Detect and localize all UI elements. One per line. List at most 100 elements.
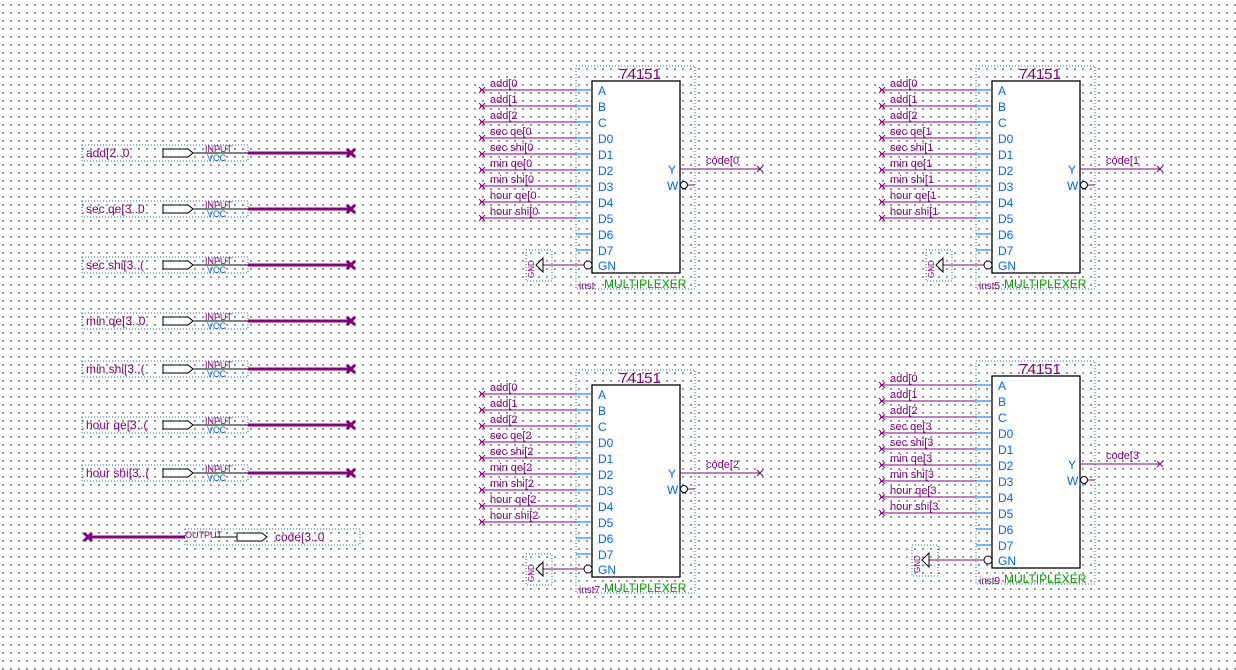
net-label: add[0 bbox=[890, 78, 918, 90]
net-label: add[0 bbox=[890, 373, 918, 385]
schematic-canvas[interactable]: add[2..0 INPUTVCC sec qe[3..0 INPUTVCC sec s… bbox=[0, 0, 1236, 670]
pin-label-D1: D1 bbox=[598, 148, 614, 162]
output-pin[interactable]: OUTPUT code[3..0 bbox=[82, 528, 361, 546]
pin-label-D7: D7 bbox=[598, 548, 614, 562]
net-label: sec qe[1 bbox=[890, 126, 932, 138]
net-label: hour qe[3 bbox=[890, 485, 936, 497]
pin-label-D7: D7 bbox=[598, 244, 614, 258]
mux-block-1[interactable]: 74151 Aadd[0 Badd[1 Cadd[2 D0 sec qe[1 D1 sec s… bbox=[878, 65, 1164, 292]
pin-label-D6: D6 bbox=[998, 228, 1014, 242]
net-label: sec shi[2 bbox=[490, 446, 533, 458]
instance-name: inst7 bbox=[579, 585, 601, 596]
input-pin-name: min shi[3..( bbox=[86, 362, 145, 376]
pin-label-B: B bbox=[598, 404, 606, 418]
pin-label-D1: D1 bbox=[998, 443, 1014, 457]
pin-label-Y: Y bbox=[1068, 163, 1076, 177]
net-label: hour qe[1 bbox=[890, 190, 936, 202]
instance-name: inst9 bbox=[979, 576, 1001, 587]
block-title: 74151 bbox=[1019, 361, 1061, 378]
net-label: add[2 bbox=[490, 414, 518, 426]
pin-label-A: A bbox=[998, 379, 1006, 393]
pin-label-A: A bbox=[598, 84, 606, 98]
pin-label-Y: Y bbox=[668, 163, 676, 177]
gnd-label: GND bbox=[527, 260, 536, 278]
pin-label-B: B bbox=[998, 395, 1006, 409]
input-pin[interactable]: add[2..0 INPUTVCC bbox=[81, 144, 357, 163]
net-label: add[2 bbox=[490, 110, 518, 122]
input-pin[interactable]: hour shi[3..(INPUTVCC bbox=[81, 464, 357, 483]
pin-label-D4: D4 bbox=[598, 500, 614, 514]
input-port-icon bbox=[162, 260, 194, 270]
net-label: add[1 bbox=[490, 398, 518, 410]
ground-icon bbox=[935, 256, 944, 274]
input-pin[interactable]: min shi[3..(INPUTVCC bbox=[81, 360, 357, 379]
pin-label-Y: Y bbox=[1068, 458, 1076, 472]
pin-default: VCC bbox=[207, 209, 227, 219]
block-kind: MULTIPLEXER bbox=[1004, 572, 1087, 586]
net-label: sec shi[3 bbox=[890, 437, 933, 449]
block-title: 74151 bbox=[619, 370, 661, 387]
instance-name: inst bbox=[579, 281, 595, 292]
net-label: sec qe[2 bbox=[490, 430, 532, 442]
net-label: min shi[3 bbox=[890, 469, 934, 481]
mux-block-0[interactable]: 74151 Aadd[0 Badd[1 Cadd[2 D0 sec qe[0 D1 sec s… bbox=[478, 65, 764, 292]
net-label: min qe[1 bbox=[890, 158, 932, 170]
block-title: 74151 bbox=[1019, 66, 1061, 83]
input-pin[interactable]: sec qe[3..0 INPUTVCC bbox=[81, 200, 357, 219]
pin-label-D4: D4 bbox=[998, 491, 1014, 505]
ground-icon bbox=[535, 560, 544, 578]
pin-default: VCC bbox=[207, 321, 227, 331]
net-label: min shi[1 bbox=[890, 174, 934, 186]
net-label: sec qe[0 bbox=[490, 126, 532, 138]
net-label: add[1 bbox=[490, 94, 518, 106]
ground-icon bbox=[535, 256, 544, 274]
net-label: code[0 bbox=[706, 155, 739, 167]
pin-label-GN: GN bbox=[998, 259, 1016, 273]
block-kind: MULTIPLEXER bbox=[604, 277, 687, 291]
input-port-icon bbox=[162, 420, 194, 430]
pin-label-D2: D2 bbox=[998, 459, 1014, 473]
mux-block-3[interactable]: 74151 Aadd[0 Badd[1 Cadd[2 D0 sec qe[3 D1 sec s… bbox=[878, 360, 1164, 587]
pin-label-D6: D6 bbox=[998, 523, 1014, 537]
net-label: min qe[3 bbox=[890, 453, 932, 465]
net-label: code[3 bbox=[1106, 450, 1139, 462]
net-label: hour qe[2 bbox=[490, 494, 536, 506]
net-label: add[2 bbox=[890, 405, 918, 417]
net-label: hour shi[2 bbox=[490, 510, 538, 522]
net-label: add[0 bbox=[490, 382, 518, 394]
inversion-bubble bbox=[1080, 181, 1088, 189]
input-pin-name: min qe[3..0 bbox=[86, 314, 146, 328]
net-label: min shi[2 bbox=[490, 478, 534, 490]
pin-label-D6: D6 bbox=[598, 532, 614, 546]
pin-label-D0: D0 bbox=[598, 132, 614, 146]
ground-icon bbox=[921, 551, 930, 569]
input-pin[interactable]: min qe[3..0 INPUTVCC bbox=[81, 312, 357, 331]
pin-label-A: A bbox=[598, 388, 606, 402]
pin-label-GN: GN bbox=[598, 259, 616, 273]
pin-default: VCC bbox=[207, 153, 227, 163]
input-pin-name: hour qe[3..( bbox=[86, 418, 147, 432]
pin-default: VCC bbox=[207, 369, 227, 379]
net-label: add[1 bbox=[890, 389, 918, 401]
net-label: add[2 bbox=[890, 110, 918, 122]
pin-label-D2: D2 bbox=[998, 164, 1014, 178]
pin-label-Y: Y bbox=[668, 467, 676, 481]
pin-label-D7: D7 bbox=[998, 244, 1014, 258]
net-label: min qe[0 bbox=[490, 158, 532, 170]
pin-label-D3: D3 bbox=[598, 180, 614, 194]
pin-label-D5: D5 bbox=[598, 516, 614, 530]
input-pin[interactable]: hour qe[3..(INPUTVCC bbox=[81, 416, 357, 435]
gnd-label: GND bbox=[927, 260, 936, 278]
pin-default: VCC bbox=[207, 265, 227, 275]
mux-block-2[interactable]: 74151 Aadd[0 Badd[1 Cadd[2 D0 sec qe[2 D1 sec s… bbox=[478, 369, 764, 596]
block-kind: MULTIPLEXER bbox=[1004, 277, 1087, 291]
pin-label-D5: D5 bbox=[998, 507, 1014, 521]
pin-label-D7: D7 bbox=[998, 539, 1014, 553]
input-pin-name: hour shi[3..( bbox=[86, 466, 149, 480]
net-label: sec shi[0 bbox=[490, 142, 533, 154]
pin-label-GN: GN bbox=[598, 563, 616, 577]
input-port-icon bbox=[162, 468, 194, 478]
input-pin[interactable]: sec shi[3..(INPUTVCC bbox=[81, 256, 357, 275]
pin-label-C: C bbox=[998, 411, 1007, 425]
pin-label-D2: D2 bbox=[598, 164, 614, 178]
